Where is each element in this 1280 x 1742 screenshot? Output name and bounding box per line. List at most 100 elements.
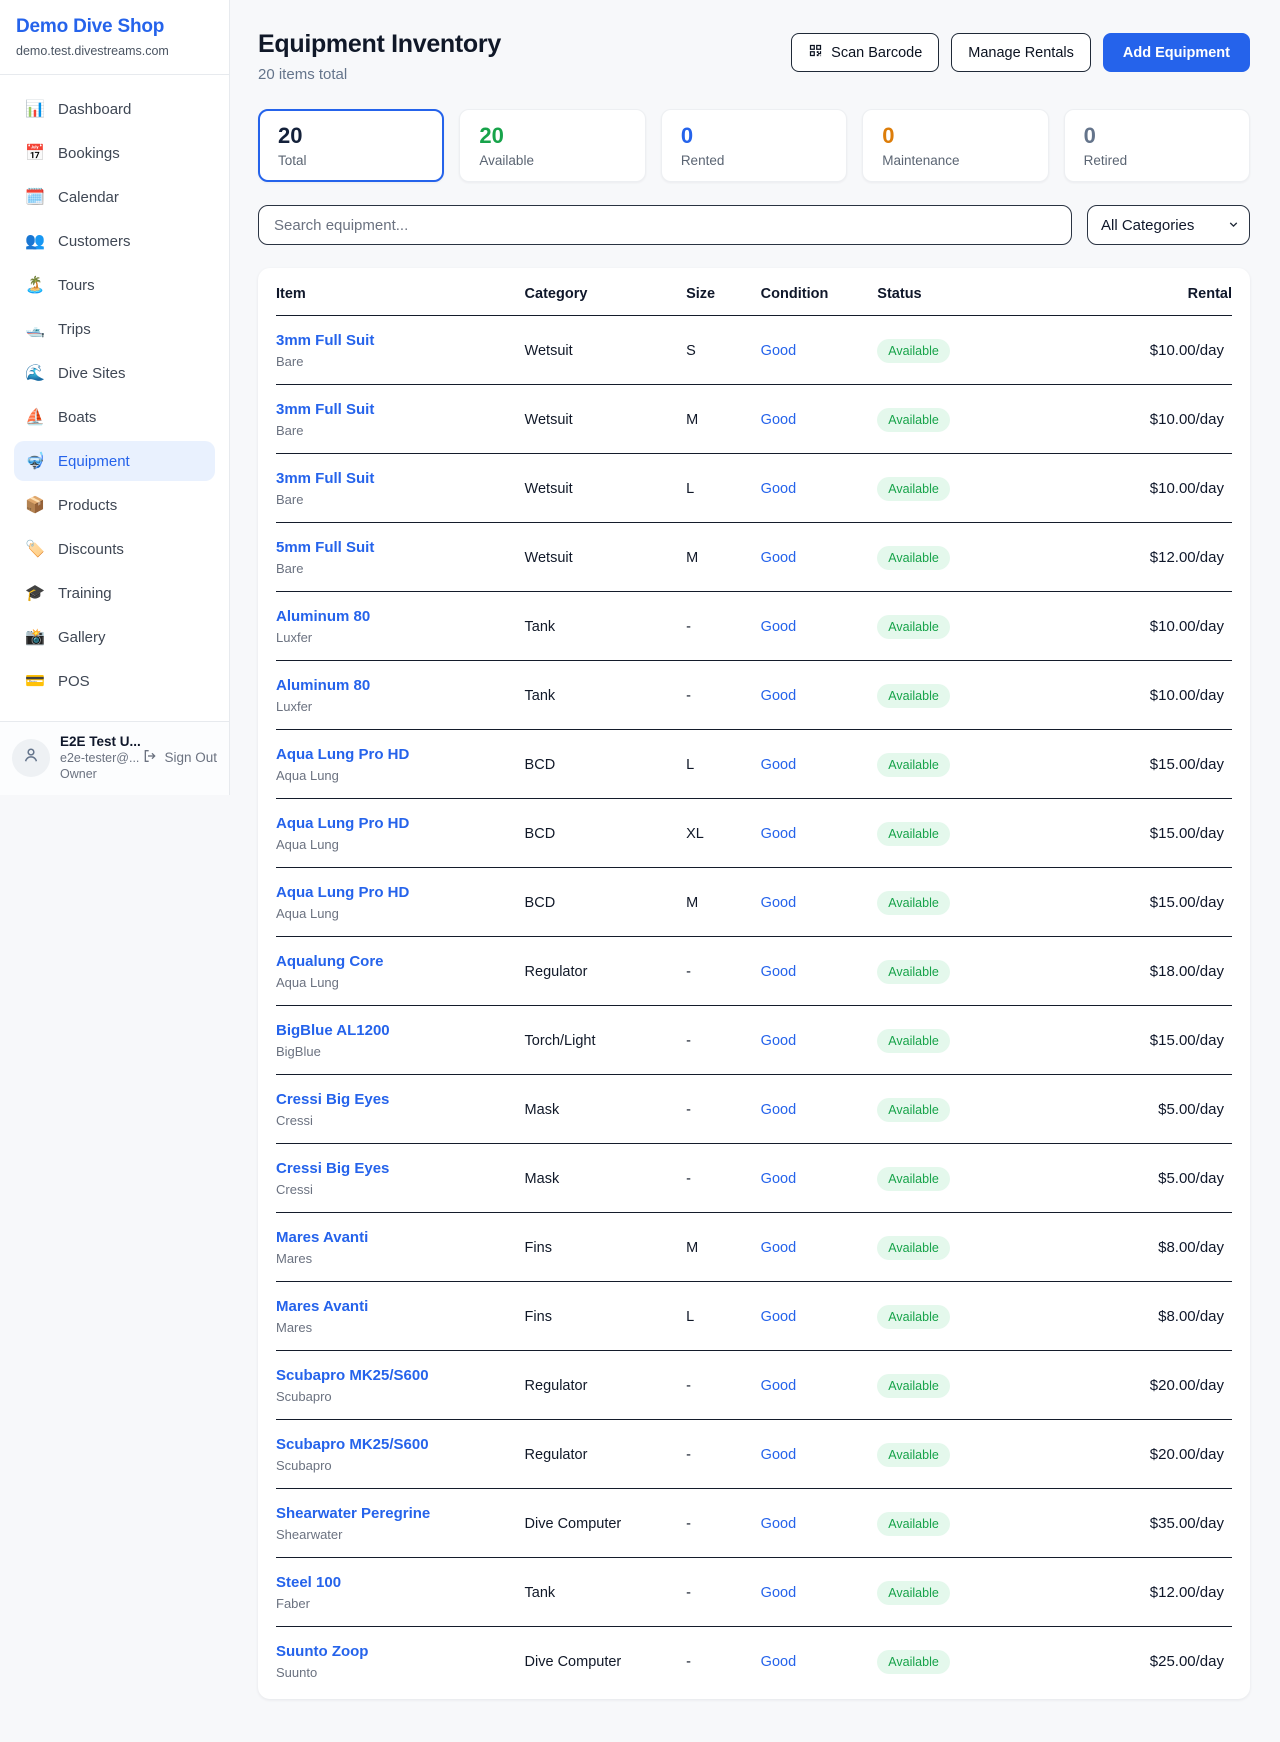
item-category: Dive Computer — [525, 1627, 687, 1696]
stat-card-retired[interactable]: 0Retired — [1064, 109, 1250, 182]
sidebar-item-discounts[interactable]: 🏷️Discounts — [14, 529, 215, 569]
item-rental-price: $10.00/day — [1039, 316, 1232, 385]
item-condition-link[interactable]: Good — [761, 826, 796, 842]
item-condition-link[interactable]: Good — [761, 1309, 796, 1325]
stat-value: 20 — [479, 123, 625, 149]
item-name-link[interactable]: Mares Avanti — [276, 1298, 368, 1315]
item-name-link[interactable]: Cressi Big Eyes — [276, 1091, 389, 1108]
column-header-item: Item — [276, 270, 525, 316]
sidebar-item-customers[interactable]: 👥Customers — [14, 221, 215, 261]
stat-card-total[interactable]: 20Total — [258, 109, 444, 182]
status-badge: Available — [877, 822, 950, 846]
stat-card-available[interactable]: 20Available — [459, 109, 645, 182]
item-name-link[interactable]: Aluminum 80 — [276, 608, 370, 625]
scan-barcode-button[interactable]: Scan Barcode — [791, 33, 939, 72]
qr-code-icon — [808, 43, 823, 62]
table-row: Mares AvantiMaresFinsMGoodAvailable$8.00… — [276, 1213, 1232, 1282]
item-name-link[interactable]: BigBlue AL1200 — [276, 1022, 390, 1039]
sidebar-item-trips[interactable]: 🛥️Trips — [14, 309, 215, 349]
item-name-link[interactable]: Scubapro MK25/S600 — [276, 1367, 429, 1384]
item-condition-link[interactable]: Good — [761, 1585, 796, 1601]
item-condition-link[interactable]: Good — [761, 757, 796, 773]
sidebar-item-dive-sites[interactable]: 🌊Dive Sites — [14, 353, 215, 393]
item-name-link[interactable]: Steel 100 — [276, 1574, 341, 1591]
sidebar-item-products[interactable]: 📦Products — [14, 485, 215, 525]
item-rental-price: $15.00/day — [1039, 868, 1232, 937]
manage-rentals-button[interactable]: Manage Rentals — [951, 33, 1091, 72]
sidebar-item-dashboard[interactable]: 📊Dashboard — [14, 89, 215, 129]
sidebar-item-equipment[interactable]: 🤿Equipment — [14, 441, 215, 481]
item-name-link[interactable]: Suunto Zoop — [276, 1643, 368, 1660]
item-condition-link[interactable]: Good — [761, 1033, 796, 1049]
item-category: Mask — [525, 1144, 687, 1213]
item-brand: Bare — [276, 423, 517, 438]
item-name-link[interactable]: 3mm Full Suit — [276, 332, 374, 349]
status-badge: Available — [877, 960, 950, 984]
category-select[interactable]: All Categories — [1087, 205, 1250, 245]
item-condition-link[interactable]: Good — [761, 412, 796, 428]
user-info: E2E Test U... e2e-tester@... Owner — [60, 734, 132, 781]
item-condition-link[interactable]: Good — [761, 619, 796, 635]
item-brand: BigBlue — [276, 1044, 517, 1059]
item-condition-link[interactable]: Good — [761, 1516, 796, 1532]
sidebar-item-bookings[interactable]: 📅Bookings — [14, 133, 215, 173]
item-condition-link[interactable]: Good — [761, 895, 796, 911]
item-name-link[interactable]: Cressi Big Eyes — [276, 1160, 389, 1177]
item-rental-price: $8.00/day — [1039, 1213, 1232, 1282]
item-condition-link[interactable]: Good — [761, 1171, 796, 1187]
item-name-link[interactable]: Aqua Lung Pro HD — [276, 746, 409, 763]
item-condition-link[interactable]: Good — [761, 1240, 796, 1256]
add-equipment-button[interactable]: Add Equipment — [1103, 33, 1250, 72]
item-name-link[interactable]: Aluminum 80 — [276, 677, 370, 694]
status-badge: Available — [877, 339, 950, 363]
item-name-link[interactable]: Aqua Lung Pro HD — [276, 884, 409, 901]
sign-out-button[interactable]: Sign Out — [142, 748, 217, 767]
sidebar-item-label: Dashboard — [58, 101, 131, 118]
item-condition-link[interactable]: Good — [761, 481, 796, 497]
manage-rentals-label: Manage Rentals — [968, 45, 1074, 61]
table-row: Aluminum 80LuxferTank-GoodAvailable$10.0… — [276, 661, 1232, 730]
item-size: - — [686, 1420, 761, 1489]
sidebar-item-training[interactable]: 🎓Training — [14, 573, 215, 613]
sidebar-item-label: Training — [58, 585, 112, 602]
item-rental-price: $20.00/day — [1039, 1351, 1232, 1420]
stat-card-rented[interactable]: 0Rented — [661, 109, 847, 182]
item-condition-link[interactable]: Good — [761, 964, 796, 980]
equipment-table-panel: ItemCategorySizeConditionStatusRental 3m… — [258, 268, 1250, 1699]
status-badge: Available — [877, 1167, 950, 1191]
item-name-link[interactable]: Shearwater Peregrine — [276, 1505, 430, 1522]
item-brand: Bare — [276, 561, 517, 576]
item-condition-link[interactable]: Good — [761, 688, 796, 704]
spiral-calendar-icon: 🗓️ — [25, 187, 45, 207]
status-badge: Available — [877, 1236, 950, 1260]
item-name-link[interactable]: Aqua Lung Pro HD — [276, 815, 409, 832]
item-name-link[interactable]: Scubapro MK25/S600 — [276, 1436, 429, 1453]
item-name-link[interactable]: 3mm Full Suit — [276, 470, 374, 487]
sidebar-item-pos[interactable]: 💳POS — [14, 661, 215, 701]
search-input[interactable] — [258, 205, 1072, 245]
avatar — [12, 739, 50, 777]
item-condition-link[interactable]: Good — [761, 550, 796, 566]
sidebar-item-tours[interactable]: 🏝️Tours — [14, 265, 215, 305]
brand-title[interactable]: Demo Dive Shop — [16, 16, 213, 38]
sidebar-item-label: Tours — [58, 277, 95, 294]
sidebar-item-label: Trips — [58, 321, 91, 338]
item-condition-link[interactable]: Good — [761, 343, 796, 359]
stats-row: 20Total20Available0Rented0Maintenance0Re… — [258, 109, 1250, 182]
item-rental-price: $20.00/day — [1039, 1420, 1232, 1489]
sidebar-item-calendar[interactable]: 🗓️Calendar — [14, 177, 215, 217]
item-condition-link[interactable]: Good — [761, 1378, 796, 1394]
item-condition-link[interactable]: Good — [761, 1102, 796, 1118]
item-name-link[interactable]: 3mm Full Suit — [276, 401, 374, 418]
item-brand: Scubapro — [276, 1458, 517, 1473]
sidebar-item-gallery[interactable]: 📸Gallery — [14, 617, 215, 657]
stat-card-maintenance[interactable]: 0Maintenance — [862, 109, 1048, 182]
item-name-link[interactable]: Mares Avanti — [276, 1229, 368, 1246]
item-condition-link[interactable]: Good — [761, 1447, 796, 1463]
item-condition-link[interactable]: Good — [761, 1654, 796, 1670]
category-select-wrap: All Categories — [1087, 205, 1250, 245]
item-size: M — [686, 1213, 761, 1282]
sidebar-item-boats[interactable]: ⛵Boats — [14, 397, 215, 437]
item-name-link[interactable]: 5mm Full Suit — [276, 539, 374, 556]
item-name-link[interactable]: Aqualung Core — [276, 953, 384, 970]
